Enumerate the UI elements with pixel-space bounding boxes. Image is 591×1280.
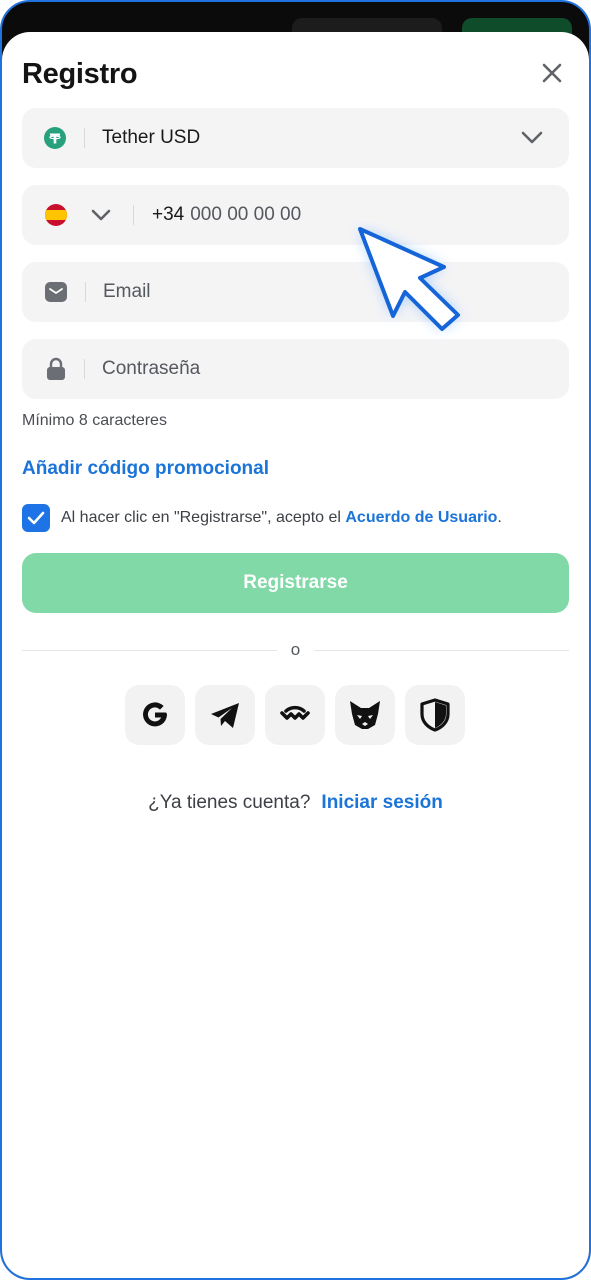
google-icon <box>143 702 167 727</box>
page-title: Registro <box>22 58 138 90</box>
spain-flag-icon[interactable] <box>45 204 67 226</box>
telegram-login-button[interactable] <box>195 685 255 745</box>
walletconnect-icon <box>280 705 310 720</box>
currency-value: Tether USD <box>102 127 201 148</box>
google-login-button[interactable] <box>125 685 185 745</box>
register-sheet: Registro Tether USD +34 000 00 00 00 Ema… <box>2 32 589 1278</box>
login-question: ¿Ya tienes cuenta? <box>148 792 311 813</box>
login-link[interactable]: Iniciar sesión <box>321 792 442 814</box>
telegram-icon <box>211 703 239 728</box>
email-input[interactable]: Email <box>103 281 151 303</box>
close-button[interactable] <box>538 59 566 87</box>
agreement-text: Al hacer clic en "Registrarse", acepto e… <box>61 509 502 527</box>
separator-text: o <box>290 640 301 659</box>
tether-icon <box>44 127 66 149</box>
password-field[interactable]: Contraseña <box>22 339 569 399</box>
mail-icon <box>45 281 67 303</box>
metamask-login-button[interactable] <box>335 685 395 745</box>
chevron-down-icon <box>521 131 543 145</box>
currency-select[interactable]: Tether USD <box>22 108 569 168</box>
phone-frame: Registro Tether USD +34 000 00 00 00 Ema… <box>0 0 591 1280</box>
register-button[interactable]: Registrarse <box>22 553 569 613</box>
separator-line <box>314 649 569 651</box>
agreement-suffix: . <box>497 509 502 526</box>
promo-code-link[interactable]: Añadir código promocional <box>22 458 269 480</box>
agreement-label: Al hacer clic en "Registrarse", acepto e… <box>61 509 346 526</box>
social-login-row <box>125 685 469 745</box>
walletconnect-login-button[interactable] <box>265 685 325 745</box>
metamask-fox-icon <box>350 701 380 729</box>
country-chevron-down-icon[interactable] <box>91 209 111 222</box>
agreement-row: Al hacer clic en "Registrarse", acepto e… <box>22 504 502 532</box>
checkmark-icon <box>27 511 45 525</box>
close-icon <box>542 63 562 83</box>
lock-icon <box>46 357 66 381</box>
separator-line <box>22 649 277 651</box>
security-login-button[interactable] <box>405 685 465 745</box>
pointer-cursor-icon <box>347 222 477 352</box>
password-hint: Mínimo 8 caracteres <box>22 412 167 429</box>
email-field[interactable]: Email <box>22 262 569 322</box>
phone-prefix: +34 <box>152 204 185 225</box>
shield-icon <box>420 698 450 732</box>
user-agreement-link[interactable]: Acuerdo de Usuario <box>345 509 497 526</box>
agreement-checkbox[interactable] <box>22 504 50 532</box>
phone-input[interactable]: 000 00 00 00 <box>190 204 301 226</box>
field-divider <box>85 282 86 302</box>
or-separator: o <box>22 638 569 662</box>
field-divider <box>84 128 85 148</box>
login-row: ¿Ya tienes cuenta? Iniciar sesión <box>2 792 589 814</box>
field-divider <box>133 205 134 225</box>
password-input[interactable]: Contraseña <box>102 358 200 380</box>
phone-field[interactable]: +34 000 00 00 00 <box>22 185 569 245</box>
field-divider <box>84 359 85 379</box>
